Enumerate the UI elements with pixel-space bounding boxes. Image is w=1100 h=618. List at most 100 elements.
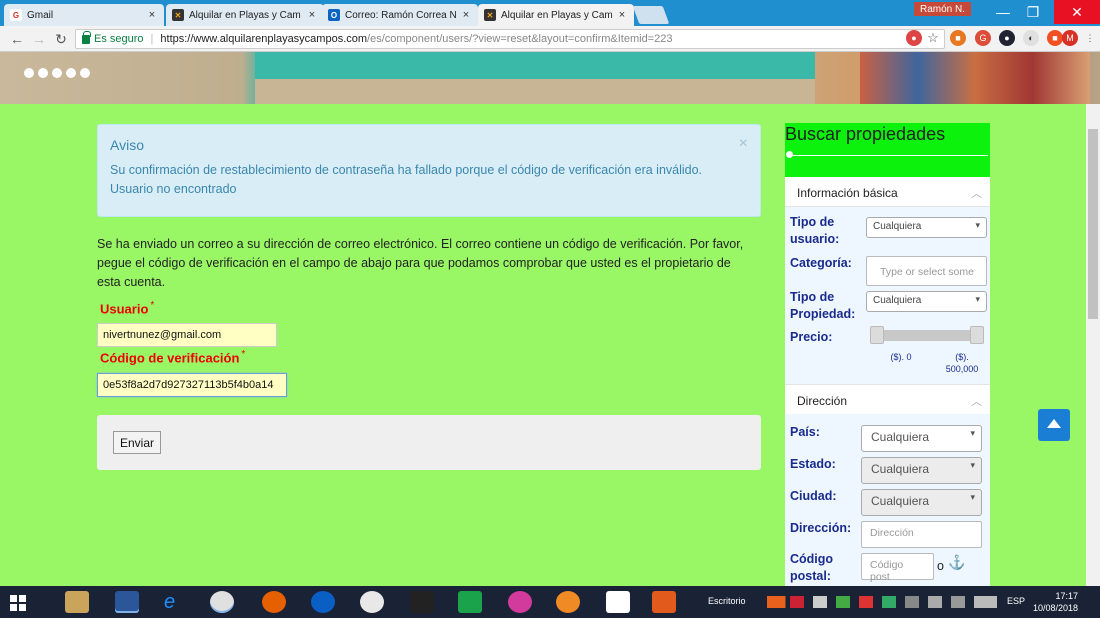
firefox-icon[interactable] bbox=[262, 591, 286, 613]
estado-label: Estado: bbox=[790, 457, 836, 471]
windows-start-icon[interactable] bbox=[10, 595, 26, 611]
internet-explorer-icon[interactable]: e bbox=[164, 591, 188, 613]
price-max-handle[interactable] bbox=[970, 326, 984, 344]
restore-icon[interactable]: ❐ bbox=[1016, 0, 1050, 24]
direccion-label: Dirección: bbox=[790, 521, 852, 535]
back-icon[interactable]: ← bbox=[8, 30, 26, 48]
search-panel-header: Buscar propiedades bbox=[785, 123, 990, 177]
alert-message: Su confirmación de restablecimiento de c… bbox=[110, 163, 703, 177]
app-icon[interactable] bbox=[652, 591, 676, 613]
banner-water bbox=[255, 52, 815, 79]
tab-alquilar-active[interactable]: ✕ Alquilar en Playas y Cam × bbox=[478, 4, 634, 26]
extension-icon[interactable]: ● bbox=[906, 30, 922, 46]
username-field[interactable] bbox=[97, 323, 277, 347]
slider-dots[interactable] bbox=[24, 68, 90, 78]
scrollbar-thumb[interactable] bbox=[1088, 129, 1098, 319]
app-icon[interactable] bbox=[508, 591, 532, 613]
banner-beachgoers bbox=[860, 52, 1090, 104]
gmail-ext-icon[interactable]: M bbox=[1062, 30, 1078, 46]
select-value: Cualquiera bbox=[871, 462, 930, 476]
secure-indicator[interactable]: Es seguro bbox=[82, 30, 144, 45]
alert-close-icon[interactable]: × bbox=[739, 135, 748, 153]
tipo-usuario-select[interactable]: Cualquiera bbox=[866, 217, 987, 238]
direccion-section-header[interactable]: Dirección ︿ bbox=[785, 384, 990, 415]
verification-code-label: Código de verificación * bbox=[100, 349, 245, 365]
desktop-toolbar-label[interactable]: Escritorio bbox=[708, 596, 746, 606]
tab-close-icon[interactable]: × bbox=[616, 9, 628, 21]
scroll-to-top-button[interactable] bbox=[1038, 409, 1070, 441]
required-mark: * bbox=[150, 300, 155, 311]
language-indicator[interactable]: ESP bbox=[1007, 596, 1025, 606]
close-window-icon[interactable]: ✕ bbox=[1054, 0, 1100, 24]
profile-badge[interactable]: Ramón N. bbox=[914, 2, 972, 16]
header-divider bbox=[788, 155, 988, 156]
extension-icon[interactable]: ■ bbox=[950, 30, 966, 46]
minimize-icon[interactable]: — bbox=[986, 0, 1020, 24]
bookmark-star-icon[interactable]: ☆ bbox=[925, 30, 941, 46]
site-icon: ✕ bbox=[172, 9, 184, 21]
slider-dot[interactable] bbox=[38, 68, 48, 78]
slider-dot[interactable] bbox=[80, 68, 90, 78]
select-value: Cualquiera bbox=[873, 221, 922, 232]
document-icon[interactable] bbox=[606, 591, 630, 613]
reload-icon[interactable]: ↻ bbox=[52, 30, 70, 48]
slider-dot[interactable] bbox=[66, 68, 76, 78]
app-icon[interactable] bbox=[410, 591, 434, 613]
app-icon[interactable] bbox=[556, 591, 580, 613]
section-toggle[interactable]: Dirección ︿ bbox=[785, 385, 990, 415]
tab-correo[interactable]: O Correo: Ramón Correa N × bbox=[322, 4, 478, 26]
tab-label: Gmail bbox=[27, 9, 54, 21]
direccion-input[interactable]: Dirección bbox=[861, 521, 982, 548]
pais-select[interactable]: Cualquiera bbox=[861, 425, 982, 452]
basic-info-section-header[interactable]: Información básica ︿ bbox=[785, 177, 990, 207]
tipo-propiedad-select[interactable]: Cualquiera bbox=[866, 291, 987, 312]
submit-button[interactable]: Enviar bbox=[113, 431, 162, 454]
alert-message-detail: Usuario no encontrado bbox=[110, 182, 237, 196]
extension-icon[interactable]: ● bbox=[999, 30, 1015, 46]
taskbar-clock[interactable]: 17:17 10/08/2018 bbox=[1033, 590, 1078, 614]
warning-alert: Aviso Su confirmación de restablecimient… bbox=[97, 124, 761, 217]
new-tab-button[interactable] bbox=[632, 6, 670, 24]
tab-alquilar-1[interactable]: ✕ Alquilar en Playas y Cam × bbox=[166, 4, 324, 26]
chevron-up-icon[interactable]: ︿ bbox=[971, 185, 982, 201]
slider-dot[interactable] bbox=[24, 68, 34, 78]
office-icon[interactable]: ■ bbox=[1047, 30, 1063, 46]
tab-gmail[interactable]: G Gmail × bbox=[4, 4, 164, 26]
codigo-postal-input[interactable]: Código post bbox=[861, 553, 934, 583]
verification-code-field[interactable] bbox=[97, 373, 287, 397]
slider-dot[interactable] bbox=[52, 68, 62, 78]
chrome-icon[interactable] bbox=[210, 591, 234, 613]
store-icon[interactable] bbox=[458, 591, 482, 613]
price-max-amount: 500,000 bbox=[945, 364, 979, 374]
firefox-dev-icon[interactable] bbox=[311, 591, 335, 613]
forward-icon[interactable]: → bbox=[30, 30, 48, 48]
price-min-handle[interactable] bbox=[870, 326, 884, 344]
app-icon[interactable] bbox=[360, 591, 384, 613]
menu-icon[interactable]: ⋮ bbox=[1082, 30, 1098, 46]
lock-icon bbox=[82, 30, 91, 44]
extension-icon[interactable]: ◐ bbox=[1023, 30, 1039, 46]
page-scrollbar[interactable] bbox=[1086, 104, 1100, 586]
price-range-track[interactable] bbox=[873, 330, 983, 341]
estado-select[interactable]: Cualquiera bbox=[861, 457, 982, 484]
alert-title: Aviso bbox=[110, 137, 144, 153]
gplus-icon[interactable]: G bbox=[975, 30, 991, 46]
codigo-postal-suffix: o bbox=[937, 559, 944, 573]
address-bar[interactable]: Es seguro | https://www.alquilarenplayas… bbox=[75, 29, 945, 49]
section-toggle[interactable]: Información básica ︿ bbox=[785, 177, 990, 207]
chevron-up-icon[interactable]: ︿ bbox=[971, 393, 982, 409]
banner-sand bbox=[255, 79, 815, 104]
tab-close-icon[interactable]: × bbox=[460, 9, 472, 21]
tab-close-icon[interactable]: × bbox=[146, 9, 158, 21]
categoria-input[interactable]: Type or select some bbox=[866, 256, 987, 286]
file-explorer-icon[interactable] bbox=[65, 591, 89, 613]
ciudad-select[interactable]: Cualquiera bbox=[861, 489, 982, 516]
word-icon[interactable] bbox=[115, 591, 139, 613]
browser-tab-bar: G Gmail × ✕ Alquilar en Playas y Cam × O… bbox=[0, 0, 1100, 26]
system-tray-icons[interactable] bbox=[767, 596, 997, 608]
location-pin-icon[interactable]: ⚓ bbox=[948, 554, 965, 571]
url-host: https://www.alquilarenplayasycampos.com bbox=[160, 33, 368, 45]
select-value: Cualquiera bbox=[871, 494, 930, 508]
select-value: Cualquiera bbox=[873, 295, 922, 306]
tab-close-icon[interactable]: × bbox=[306, 9, 318, 21]
